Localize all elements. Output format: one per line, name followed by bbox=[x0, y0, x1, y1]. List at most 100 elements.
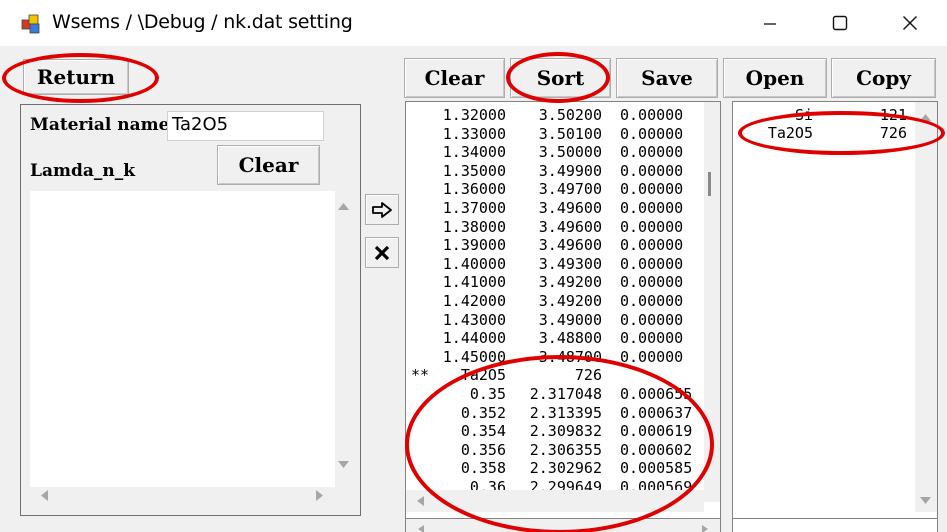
nk-data-row[interactable]: 0.36 2.299649 0.000569 bbox=[406, 478, 698, 490]
nk-data-cell: 3.48700 bbox=[538, 347, 602, 366]
nk-data-cell: 1.45000 bbox=[442, 347, 506, 366]
nk-data-cell: 0.00000 bbox=[620, 329, 684, 348]
nk-data-row[interactable]: 1.44000 3.48800 0.00000 bbox=[406, 329, 698, 348]
nk-data-cell: 0.00000 bbox=[620, 161, 684, 180]
nk-data-row[interactable]: 1.37000 3.49600 0.00000 bbox=[406, 199, 698, 218]
material-group: Material name Ta2O5 Lamda_n_k Clear bbox=[20, 104, 361, 516]
nk-data-cell: 1.40000 bbox=[442, 254, 506, 273]
app-icon bbox=[21, 14, 40, 34]
scroll-arrows-icon bbox=[920, 114, 931, 504]
nk-data-row[interactable]: 1.39000 3.49600 0.00000 bbox=[406, 236, 698, 255]
nk-outer-horizontal-scrollbar[interactable] bbox=[405, 518, 721, 532]
material-list[interactable]: Si 121 Ta2O5 726 bbox=[732, 101, 938, 521]
material-list-row[interactable]: Ta2O5 726 bbox=[733, 124, 913, 143]
nk-data-cell: 3.49000 bbox=[538, 310, 602, 329]
nk-data-cell: 0.00000 bbox=[620, 292, 684, 310]
nk-data-cell: 2.317048 bbox=[529, 385, 602, 403]
nk-data-cell: 1.34000 bbox=[442, 143, 506, 162]
nk-data-cell: 0.000619 bbox=[620, 422, 693, 441]
title-bar: Wsems / \Debug / nk.dat setting bbox=[0, 0, 947, 46]
nk-data-row[interactable]: 1.42000 3.49200 0.00000 bbox=[406, 292, 698, 311]
material-vertical-scrollbar[interactable] bbox=[915, 102, 937, 512]
copy-button[interactable]: Copy bbox=[831, 58, 936, 98]
window-title: Wsems / \Debug / nk.dat setting bbox=[52, 11, 353, 33]
nk-data-cell: 0.000637 bbox=[620, 403, 693, 422]
save-button[interactable]: Save bbox=[616, 58, 718, 98]
nk-data-cell: 3.49600 bbox=[538, 217, 602, 236]
nk-data-cell: 0.00000 bbox=[620, 124, 684, 143]
nk-data-cell: 0.000602 bbox=[620, 440, 693, 459]
nk-data-cell: 2.306355 bbox=[529, 440, 602, 459]
nk-data-row[interactable]: 1.32000 3.50200 0.00000 bbox=[406, 106, 698, 125]
nk-data-row[interactable]: 0.358 2.302962 0.000585 bbox=[406, 459, 698, 478]
minimize-icon bbox=[764, 23, 776, 25]
material-list-row[interactable]: Si 121 bbox=[733, 106, 913, 125]
nk-data-row[interactable]: 1.45000 3.48700 0.00000 bbox=[406, 348, 698, 367]
nk-data-row[interactable]: 1.33000 3.50100 0.00000 bbox=[406, 125, 698, 144]
nk-data-cell: 1.32000 bbox=[442, 106, 506, 124]
nk-data-cell: 0.000585 bbox=[620, 459, 693, 478]
nk-data-cell: 3.49200 bbox=[538, 292, 602, 310]
lamda-horizontal-scrollbar[interactable] bbox=[30, 487, 352, 505]
material-name-input[interactable]: Ta2O5 bbox=[167, 111, 324, 141]
nk-data-list[interactable]: 1.32000 3.50200 0.00000 1.33000 3.50100 0.000… bbox=[405, 101, 721, 519]
nk-data-cell: 3.50100 bbox=[538, 124, 602, 143]
nk-data-row[interactable]: ** Ta2O5 726 bbox=[406, 366, 698, 385]
material-list-footer bbox=[732, 518, 938, 532]
nk-data-row[interactable]: 1.38000 3.49600 0.00000 bbox=[406, 218, 698, 237]
nk-vertical-scrollbar[interactable] bbox=[704, 102, 720, 502]
nk-data-cell: 0.00000 bbox=[620, 199, 684, 217]
nk-data-cell: 0.00000 bbox=[620, 254, 684, 273]
material-count-cell: 121 bbox=[879, 106, 907, 124]
nk-data-cell: 1.39000 bbox=[442, 236, 506, 255]
nk-data-cell: 0.352 bbox=[460, 403, 506, 422]
close-window-button[interactable] bbox=[875, 0, 945, 46]
nk-data-cell: 3.50000 bbox=[538, 143, 602, 162]
nk-data-row[interactable]: 0.354 2.309832 0.000619 bbox=[406, 422, 698, 441]
open-button[interactable]: Open bbox=[723, 58, 827, 98]
nk-data-row[interactable]: 1.35000 3.49900 0.00000 bbox=[406, 162, 698, 181]
clear-lamda-button[interactable]: Clear bbox=[217, 145, 320, 185]
nk-data-row[interactable]: 1.34000 3.50000 0.00000 bbox=[406, 143, 698, 162]
nk-data-rows: 1.32000 3.50200 0.00000 1.33000 3.50100 0.000… bbox=[406, 106, 698, 490]
nk-data-cell: 3.49900 bbox=[538, 161, 602, 180]
nk-data-cell: 0.00000 bbox=[620, 347, 684, 366]
nk-data-cell: 0.00000 bbox=[620, 106, 684, 124]
nk-data-cell: 3.49300 bbox=[538, 254, 602, 273]
delete-button[interactable] bbox=[365, 237, 399, 268]
material-name-cell: Ta2O5 bbox=[767, 124, 813, 142]
nk-data-cell: 0.00000 bbox=[620, 143, 684, 162]
nk-horizontal-scrollbar[interactable] bbox=[406, 490, 704, 512]
nk-data-row[interactable]: 1.43000 3.49000 0.00000 bbox=[406, 311, 698, 330]
maximize-button[interactable] bbox=[805, 0, 875, 46]
nk-data-row[interactable]: 0.35 2.317048 0.000655 bbox=[406, 385, 698, 404]
sort-button[interactable]: Sort bbox=[510, 58, 611, 98]
nk-data-row[interactable]: 1.36000 3.49700 0.00000 bbox=[406, 180, 698, 199]
nk-data-row[interactable]: 1.40000 3.49300 0.00000 bbox=[406, 255, 698, 274]
minimize-button[interactable] bbox=[735, 0, 805, 46]
lamda-vertical-scrollbar[interactable] bbox=[335, 191, 352, 487]
nk-data-cell: 0.000569 bbox=[620, 478, 693, 490]
maximize-icon bbox=[832, 15, 848, 31]
scroll-left-right-icon bbox=[418, 525, 708, 532]
nk-data-cell: 3.49700 bbox=[538, 180, 602, 199]
nk-data-cell: 0.354 bbox=[460, 422, 506, 441]
nk-data-cell: 1.33000 bbox=[442, 124, 506, 143]
return-button[interactable]: Return bbox=[23, 59, 129, 95]
transfer-button[interactable] bbox=[365, 194, 399, 225]
nk-data-cell: 3.49600 bbox=[538, 236, 602, 255]
nk-data-cell: 0.358 bbox=[460, 459, 506, 478]
nk-data-row[interactable]: 1.41000 3.49200 0.00000 bbox=[406, 273, 698, 292]
nk-data-row[interactable]: 0.356 2.306355 0.000602 bbox=[406, 441, 698, 460]
nk-data-cell: 1.35000 bbox=[442, 161, 506, 180]
nk-data-cell: 0.00000 bbox=[620, 180, 684, 199]
clear-button[interactable]: Clear bbox=[404, 58, 505, 98]
nk-data-cell: Ta2O5 bbox=[460, 366, 506, 385]
nk-data-cell: 1.38000 bbox=[442, 217, 506, 236]
nk-data-row[interactable]: 0.352 2.313395 0.000637 bbox=[406, 404, 698, 423]
nk-data-cell: 0.00000 bbox=[620, 236, 684, 255]
nk-data-cell: 2.313395 bbox=[529, 403, 602, 422]
scroll-arrows-icon bbox=[708, 172, 711, 196]
lamda-list[interactable] bbox=[30, 191, 352, 505]
material-name-cell: Si bbox=[794, 106, 813, 124]
